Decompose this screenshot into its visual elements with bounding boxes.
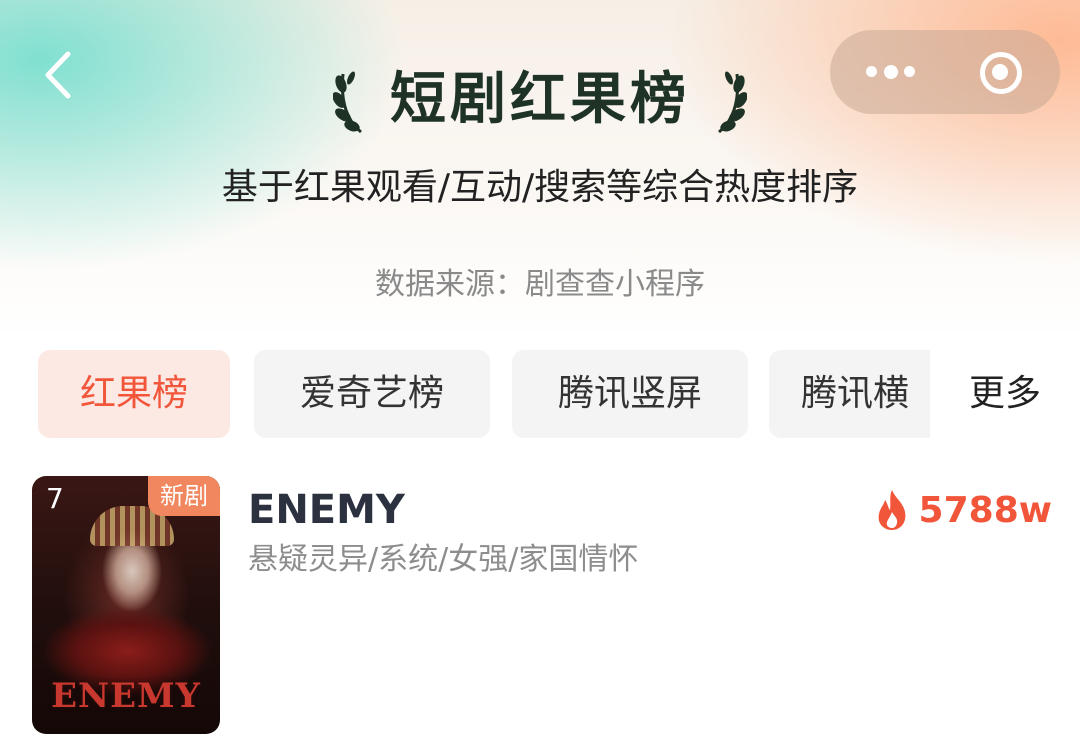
- tab-hongguo[interactable]: 红果榜: [38, 350, 230, 438]
- rank-number: 7: [46, 482, 64, 515]
- drama-title: ENEMY: [248, 487, 405, 533]
- drama-tags: 悬疑灵异/系统/女强/家国情怀: [248, 542, 639, 577]
- more-tabs-button[interactable]: 更多: [950, 350, 1060, 438]
- heat-value: 5788w: [918, 489, 1052, 531]
- data-source-note: 数据来源：剧查查小程序: [375, 267, 705, 302]
- tab-iqiyi[interactable]: 爱奇艺榜: [254, 350, 490, 438]
- laurel-right-icon: [718, 71, 748, 134]
- tab-tencent-vertical[interactable]: 腾讯竖屏: [512, 350, 748, 438]
- laurel-left-icon: [332, 71, 362, 134]
- page-subtitle: 基于红果观看/互动/搜索等综合热度排序: [221, 167, 859, 208]
- ranking-tabs: 红果榜 爱奇艺榜 腾讯竖屏 腾讯横: [38, 350, 930, 440]
- poster-title: ENEMY: [51, 676, 201, 716]
- list-item[interactable]: 7 新剧 ENEMY ENEMY 悬疑灵异/系统/女强/家国情怀 5788w: [32, 476, 1052, 736]
- fire-icon: [878, 490, 905, 530]
- page-title-row: 短剧红果榜: [0, 60, 1080, 140]
- heat-score: 5788w: [873, 484, 1052, 536]
- page-title: 短剧红果榜: [390, 67, 690, 132]
- new-badge: 新剧: [148, 476, 220, 516]
- tab-tencent-horizontal[interactable]: 腾讯横: [769, 350, 930, 438]
- drama-poster[interactable]: 7 新剧 ENEMY: [32, 476, 220, 734]
